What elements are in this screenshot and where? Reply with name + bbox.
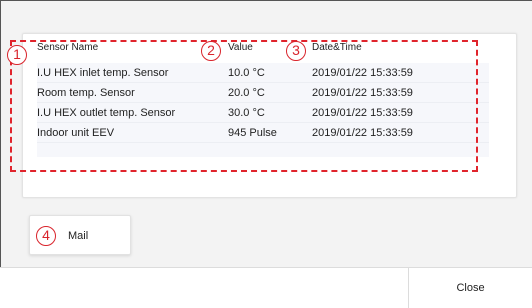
row-date-time: 2019/01/22 15:33:59 [312, 67, 413, 79]
row-value: 945 Pulse [228, 127, 277, 139]
table-footer-space [37, 143, 489, 157]
header-date-time: Date&Time [312, 42, 362, 53]
close-button[interactable]: Close [409, 268, 532, 308]
row-date-time: 2019/01/22 15:33:59 [312, 107, 413, 119]
window-top-border [0, 0, 532, 1]
row-sensor-name: I.U HEX inlet temp. Sensor [37, 67, 169, 79]
annotation-marker-1: 1 [7, 45, 27, 65]
mail-button[interactable]: 4 Mail [29, 215, 131, 255]
dialog-footer: Close [0, 267, 532, 308]
annotation-marker-2: 2 [201, 41, 221, 61]
row-date-time: 2019/01/22 15:33:59 [312, 87, 413, 99]
header-sensor-name: Sensor Name [37, 42, 99, 53]
header-value: Value [228, 42, 253, 53]
table-row: Indoor unit EEV 945 Pulse 2019/01/22 15:… [37, 123, 489, 143]
table-row: I.U HEX outlet temp. Sensor 30.0 °C 2019… [37, 103, 489, 123]
row-sensor-name: Indoor unit EEV [37, 127, 115, 139]
annotation-marker-3: 3 [286, 41, 306, 61]
row-sensor-name: I.U HEX outlet temp. Sensor [37, 107, 176, 119]
row-sensor-name: Room temp. Sensor [37, 87, 135, 99]
row-value: 20.0 °C [228, 87, 265, 99]
annotation-marker-4: 4 [36, 226, 56, 246]
window-left-border [0, 0, 1, 308]
row-date-time: 2019/01/22 15:33:59 [312, 127, 413, 139]
mail-button-label: Mail [68, 230, 89, 242]
table-row: I.U HEX inlet temp. Sensor 10.0 °C 2019/… [37, 63, 489, 83]
table-header: Sensor Name Value Date&Time [37, 34, 489, 62]
sensor-table-panel: Sensor Name Value Date&Time I.U HEX inle… [22, 33, 517, 198]
table-row: Room temp. Sensor 20.0 °C 2019/01/22 15:… [37, 83, 489, 103]
row-value: 10.0 °C [228, 67, 265, 79]
row-value: 30.0 °C [228, 107, 265, 119]
